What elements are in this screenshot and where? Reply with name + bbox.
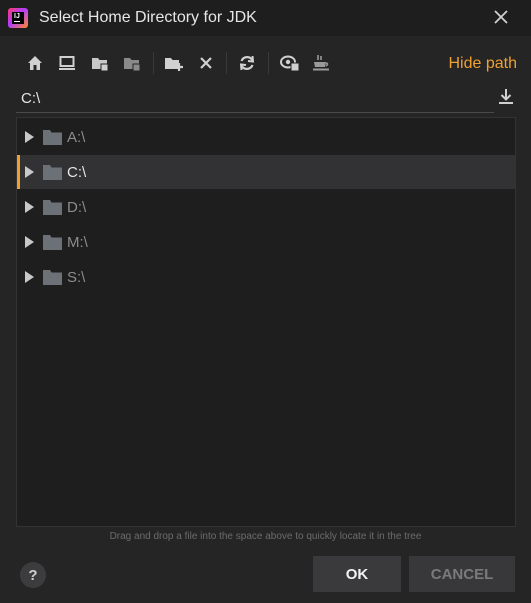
tree-item-label: M:\ [67,234,88,251]
help-button[interactable]: ? [20,562,46,588]
toolbar-separator [153,52,154,74]
expand-arrow-icon[interactable] [25,236,34,248]
project-folder-icon[interactable] [89,52,111,74]
expand-arrow-icon[interactable] [25,131,34,143]
toolbar-separator [268,52,269,74]
tree-item-d-drive[interactable]: D:\ [17,190,515,224]
drag-drop-hint: Drag and drop a file into the space abov… [109,531,422,542]
folder-icon [43,130,62,145]
tree-item-a-drive[interactable]: A:\ [17,120,515,154]
tree-item-s-drive[interactable]: S:\ [17,260,515,294]
tree-item-label: D:\ [67,199,87,216]
dialog-title: Select Home Directory for JDK [39,9,257,26]
jdk-icon[interactable] [310,52,332,74]
tree-item-label: S:\ [67,269,86,286]
home-icon[interactable] [24,52,46,74]
hide-path-link[interactable]: Hide path [449,55,518,73]
new-folder-icon[interactable] [163,52,185,74]
refresh-icon[interactable] [236,52,258,74]
folder-icon [43,165,62,180]
expand-arrow-icon[interactable] [25,166,34,178]
path-input[interactable] [16,84,494,113]
show-hidden-icon[interactable] [279,52,301,74]
folder-icon [43,235,62,250]
title-bar: IJ Select Home Directory for JDK [0,0,531,36]
tree-item-label: A:\ [67,129,86,146]
folder-icon [43,270,62,285]
delete-icon[interactable] [195,52,217,74]
toolbar: Hide path [0,46,531,80]
file-tree[interactable]: A:\ C:\ D:\ M:\ S:\ [16,117,516,527]
expand-arrow-icon[interactable] [25,271,34,283]
ok-button[interactable]: OK [313,556,401,592]
expand-arrow-icon[interactable] [25,201,34,213]
desktop-icon[interactable] [56,52,78,74]
download-icon[interactable] [496,87,516,107]
tree-item-label: C:\ [67,164,87,181]
cancel-button[interactable]: CANCEL [409,556,515,592]
close-icon[interactable] [491,7,511,27]
tree-item-m-drive[interactable]: M:\ [17,225,515,259]
path-row [16,84,516,114]
intellij-app-icon: IJ [8,8,28,28]
module-folder-icon[interactable] [121,52,143,74]
tree-item-c-drive[interactable]: C:\ [17,155,515,189]
folder-icon [43,200,62,215]
toolbar-separator [226,52,227,74]
